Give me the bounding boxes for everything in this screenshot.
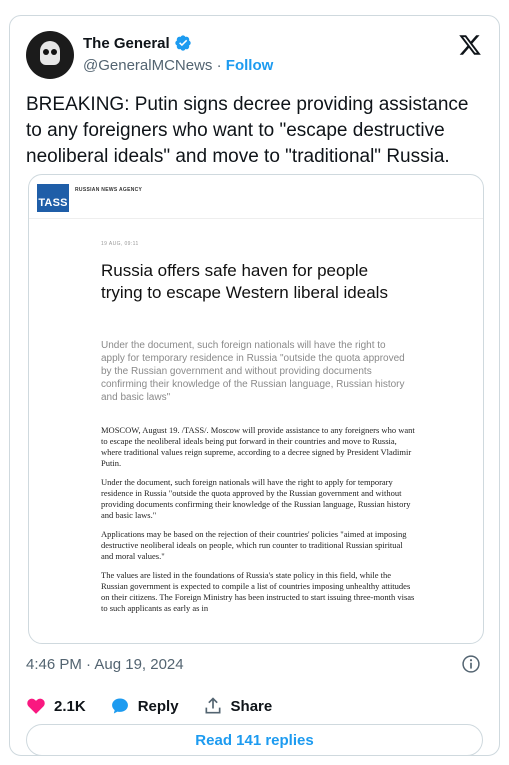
tweet-header: The General @GeneralMCNews · Follow bbox=[26, 31, 482, 79]
article-paragraph: The values are listed in the foundations… bbox=[101, 570, 415, 613]
separator: · bbox=[216, 57, 222, 74]
author-handle[interactable]: @GeneralMCNews bbox=[83, 57, 212, 74]
agency-name: RUSSIAN NEWS AGENCY bbox=[75, 187, 143, 193]
read-replies-button[interactable]: Read 141 replies bbox=[26, 724, 483, 756]
like-button[interactable]: 2.1K bbox=[26, 696, 86, 716]
share-label: Share bbox=[230, 697, 273, 715]
info-icon[interactable] bbox=[461, 654, 481, 674]
heart-icon bbox=[27, 698, 45, 714]
verified-badge-icon bbox=[175, 35, 191, 51]
reply-button[interactable]: Reply bbox=[110, 696, 179, 716]
article-lead: Under the document, such foreign nationa… bbox=[101, 340, 405, 403]
media-image[interactable]: TASS RUSSIAN NEWS AGENCY 19 AUG, 09:11 R… bbox=[28, 174, 484, 644]
avatar[interactable] bbox=[26, 31, 74, 79]
like-count: 2.1K bbox=[54, 697, 86, 715]
author-name-row: The General bbox=[83, 34, 192, 52]
tweet-card: The General @GeneralMCNews · Follow BREA… bbox=[9, 15, 500, 756]
tweet-text: BREAKING: Putin signs decree providing a… bbox=[26, 94, 469, 167]
reply-bubble-icon bbox=[111, 698, 128, 714]
article-paragraph: Under the document, such foreign nationa… bbox=[101, 477, 411, 520]
handle-row: @GeneralMCNews · Follow bbox=[83, 57, 273, 74]
tweet-timestamp[interactable]: 4:46 PM · Aug 19, 2024 bbox=[26, 656, 184, 673]
tass-logo: TASS bbox=[37, 184, 69, 212]
article-paragraph: MOSCOW, August 19. /TASS/. Moscow will p… bbox=[101, 425, 415, 468]
share-button[interactable]: Share bbox=[203, 696, 273, 716]
article-body: MOSCOW, August 19. /TASS/. Moscow will p… bbox=[101, 425, 417, 622]
follow-button[interactable]: Follow bbox=[226, 57, 274, 74]
share-icon bbox=[205, 697, 221, 714]
article-date: 19 AUG, 09:11 bbox=[101, 241, 139, 247]
x-logo-icon[interactable] bbox=[458, 33, 482, 57]
tass-header: TASS RUSSIAN NEWS AGENCY bbox=[29, 175, 483, 219]
article-title: Russia offers safe haven for people tryi… bbox=[101, 261, 388, 302]
reply-label: Reply bbox=[137, 697, 179, 715]
action-bar: 2.1K Reply Share bbox=[26, 694, 296, 718]
author-name[interactable]: The General bbox=[83, 35, 170, 52]
article-paragraph: Applications may be based on the rejecti… bbox=[101, 529, 407, 561]
